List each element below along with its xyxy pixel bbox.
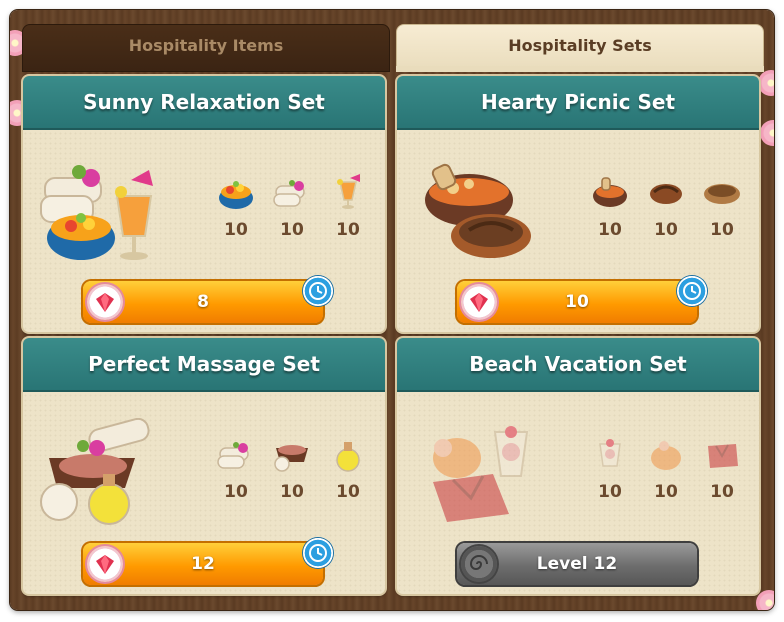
item-quantity: 10 xyxy=(598,220,622,240)
clock-icon xyxy=(303,276,333,306)
fruit-bowl-icon xyxy=(219,181,253,209)
clock-icon xyxy=(677,276,707,306)
set-card-beach-vacation: Beach Vacation Set 10 10 10 Level 12 xyxy=(397,338,759,594)
set-title: Beach Vacation Set xyxy=(469,352,687,376)
hearty-picnic-hero-icon xyxy=(425,163,531,258)
flower-decoration xyxy=(756,590,774,610)
buy-button[interactable]: 8 xyxy=(83,281,323,323)
set-card-sunny-relaxation: Sunny Relaxation Set 10 10 10 8 xyxy=(23,76,385,332)
towel-icon xyxy=(217,442,249,469)
set-card-perfect-massage: Perfect Massage Set 10 10 10 12 xyxy=(23,338,385,594)
set-card-hearty-picnic: Hearty Picnic Set 10 10 10 10 xyxy=(397,76,759,332)
robe-icon xyxy=(708,444,738,468)
beach-vacation-hero-icon xyxy=(433,426,529,522)
parfait-icon xyxy=(599,439,621,467)
item-quantity: 10 xyxy=(710,220,734,240)
item-quantity: 10 xyxy=(710,482,734,502)
item-quantity: 10 xyxy=(598,482,622,502)
bread-loaf-icon xyxy=(650,184,682,204)
pumpkin-cake-icon xyxy=(651,441,681,470)
set-title: Perfect Massage Set xyxy=(88,352,320,376)
locked-level-button[interactable]: Level 12 xyxy=(457,543,697,585)
towel-icon xyxy=(273,180,305,207)
buy-price-label: 12 xyxy=(191,554,215,574)
buy-button[interactable]: 10 xyxy=(457,281,697,323)
perfect-massage-hero-icon xyxy=(40,418,150,525)
soup-pot-icon xyxy=(593,177,627,207)
set-title: Sunny Relaxation Set xyxy=(83,90,325,114)
hospitality-window: Hospitality Items Hospitality Sets Sunny… xyxy=(10,10,774,610)
cocktail-icon xyxy=(337,174,360,209)
flower-decoration xyxy=(760,120,774,146)
sunny-relaxation-hero-icon xyxy=(40,165,153,260)
item-quantity: 10 xyxy=(654,220,678,240)
buy-price-label: 8 xyxy=(197,292,209,312)
item-quantity: 10 xyxy=(280,482,304,502)
item-quantity: 10 xyxy=(336,482,360,502)
tab-hospitality-sets[interactable]: Hospitality Sets xyxy=(396,24,764,72)
clock-icon xyxy=(303,538,333,568)
oil-bottle-icon xyxy=(336,442,360,472)
item-quantity: 10 xyxy=(336,220,360,240)
buy-price-label: 10 xyxy=(565,292,589,312)
level-requirement-label: Level 12 xyxy=(536,554,618,574)
item-quantity: 10 xyxy=(224,482,248,502)
set-title: Hearty Picnic Set xyxy=(480,90,676,114)
flower-decoration xyxy=(758,70,774,96)
buy-button[interactable]: 12 xyxy=(83,543,323,585)
item-quantity: 10 xyxy=(224,220,248,240)
item-quantity: 10 xyxy=(654,482,678,502)
massage-basket-icon xyxy=(274,445,308,472)
basket-icon xyxy=(704,184,740,204)
tab-hospitality-items[interactable]: Hospitality Items xyxy=(22,24,390,72)
item-quantity: 10 xyxy=(280,220,304,240)
